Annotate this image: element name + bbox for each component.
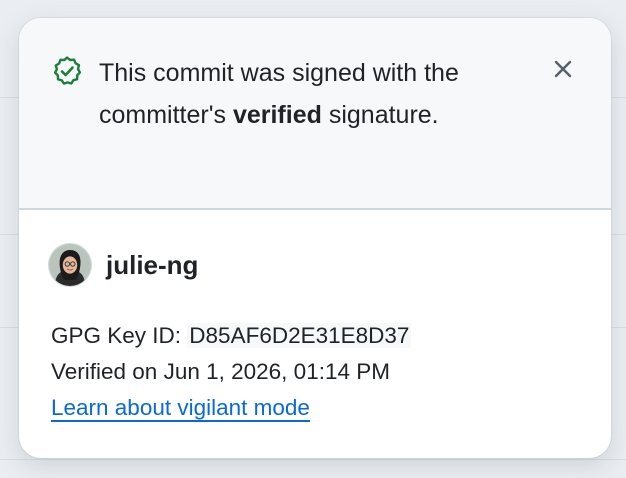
- message-emphasis: verified: [232, 101, 322, 129]
- learn-vigilant-mode-link[interactable]: Learn about vigilant mode: [51, 395, 310, 420]
- verified-timestamp: Verified on Jun 1, 2026, 01:14 PM: [51, 359, 390, 384]
- username-link[interactable]: julie-ng: [106, 250, 198, 281]
- gpg-key-label: GPG Key ID:: [51, 323, 188, 348]
- signature-verification-popover: This commit was signed with the committe…: [19, 18, 611, 458]
- gpg-key-line: GPG Key ID: D85AF6D2E31E8D37: [51, 318, 412, 354]
- signature-details: GPG Key ID: D85AF6D2E31E8D37 Verified on…: [51, 318, 412, 426]
- background-divider: [0, 459, 626, 460]
- close-button[interactable]: [545, 51, 581, 87]
- avatar-image: [49, 244, 91, 286]
- avatar[interactable]: [49, 244, 91, 286]
- verified-check-icon: [53, 56, 82, 85]
- signature-message: This commit was signed with the committe…: [99, 52, 519, 136]
- signer-user-row: julie-ng: [49, 243, 198, 287]
- message-text-end: signature.: [321, 101, 439, 129]
- close-x-icon: [554, 60, 572, 78]
- popover-header: This commit was signed with the committe…: [19, 18, 611, 210]
- gpg-key-id: D85AF6D2E31E8D37: [187, 323, 412, 348]
